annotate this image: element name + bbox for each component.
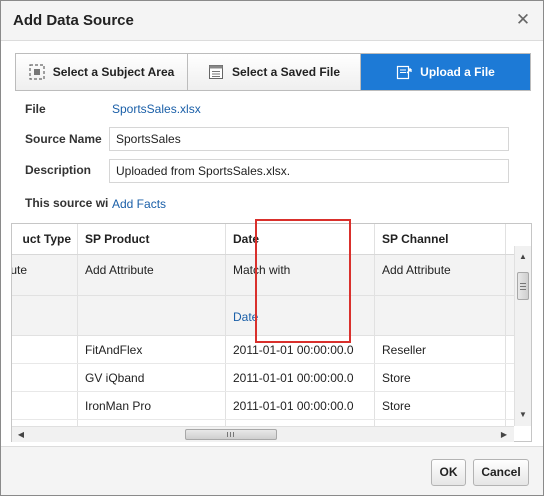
file-label: File (25, 102, 46, 116)
table-cell: 2011-01-01 00:00:00.0 (226, 336, 375, 363)
table-cell: Reseller (375, 336, 506, 363)
vertical-scrollbar[interactable]: ▲ ▼ (514, 246, 531, 426)
add-facts-link[interactable]: Add Facts (112, 197, 166, 211)
upload-file-icon (397, 65, 412, 80)
this-source-label: This source wi (25, 196, 109, 210)
close-icon[interactable]: ✕ (515, 11, 531, 29)
saved-file-icon (208, 65, 223, 79)
scroll-down-icon[interactable]: ▼ (518, 410, 528, 420)
table-row: FitAndFlex 2011-01-01 00:00:00.0 Reselle… (12, 336, 531, 364)
table-cell: 2011-01-01 00:00:00.0 (226, 392, 375, 419)
table-cell: GV iQband (78, 364, 226, 391)
source-type-tabs: Select a Subject Area Select a Saved Fil… (15, 53, 531, 91)
horizontal-scrollbar[interactable]: ◀ ▶ (12, 426, 514, 442)
tab-select-saved-file[interactable]: Select a Saved File (187, 54, 360, 90)
vertical-scroll-thumb[interactable] (517, 272, 529, 300)
table-cell: FitAndFlex (78, 336, 226, 363)
table-cell: Store (375, 392, 506, 419)
table-cell: 2011-01-01 00:00:00.0 (226, 364, 375, 391)
column-header[interactable]: SP Product (78, 224, 226, 254)
table-row: IronMan Pro 2011-01-01 00:00:00.0 Store (12, 392, 531, 420)
grid-header-row: uct Type SP Product Date SP Channel (12, 224, 531, 255)
source-name-label: Source Name (25, 132, 102, 146)
tab-select-subject-area[interactable]: Select a Subject Area (16, 54, 187, 90)
attribute-cell[interactable]: ute (12, 255, 78, 295)
ok-button[interactable]: OK (431, 459, 466, 486)
add-data-source-dialog: Add Data Source ✕ Select a Subject Area … (0, 0, 544, 496)
scroll-up-icon[interactable]: ▲ (518, 252, 528, 262)
match-row: Date (12, 296, 531, 336)
match-date-link[interactable]: Date (226, 296, 375, 335)
match-cell (375, 296, 506, 335)
attribute-row: ute Add Attribute Match with Add Attribu… (12, 255, 531, 296)
description-field[interactable] (109, 159, 509, 183)
tab-upload-file[interactable]: Upload a File (360, 54, 530, 90)
scroll-right-icon[interactable]: ▶ (499, 430, 509, 440)
match-cell (12, 296, 78, 335)
file-link[interactable]: SportsSales.xlsx (112, 102, 201, 116)
source-name-field[interactable] (109, 127, 509, 151)
attribute-cell[interactable]: Add Attribute (78, 255, 226, 295)
table-cell: Store (375, 364, 506, 391)
dialog-footer: OK Cancel (1, 446, 543, 495)
data-preview-grid: uct Type SP Product Date SP Channel ute … (11, 223, 532, 442)
dialog-titlebar: Add Data Source ✕ (1, 1, 543, 41)
table-cell: IronMan Pro (78, 392, 226, 419)
column-header[interactable]: Date (226, 224, 375, 254)
scroll-left-icon[interactable]: ◀ (16, 430, 26, 440)
subject-area-icon (29, 64, 45, 80)
attribute-cell[interactable]: Add Attribute (375, 255, 506, 295)
column-header[interactable]: uct Type (12, 224, 78, 254)
dialog-title: Add Data Source (13, 12, 134, 29)
cancel-button[interactable]: Cancel (473, 459, 529, 486)
match-cell (78, 296, 226, 335)
tab-label: Select a Subject Area (52, 65, 175, 79)
horizontal-scroll-thumb[interactable] (185, 429, 277, 440)
table-cell (12, 392, 78, 419)
table-row: GV iQband 2011-01-01 00:00:00.0 Store (12, 364, 531, 392)
description-label: Description (25, 163, 92, 177)
table-cell (12, 364, 78, 391)
table-cell (12, 336, 78, 363)
attribute-cell[interactable]: Match with (226, 255, 375, 295)
column-header[interactable]: SP Channel (375, 224, 506, 254)
tab-label: Upload a File (420, 65, 495, 79)
tab-label: Select a Saved File (231, 65, 341, 79)
